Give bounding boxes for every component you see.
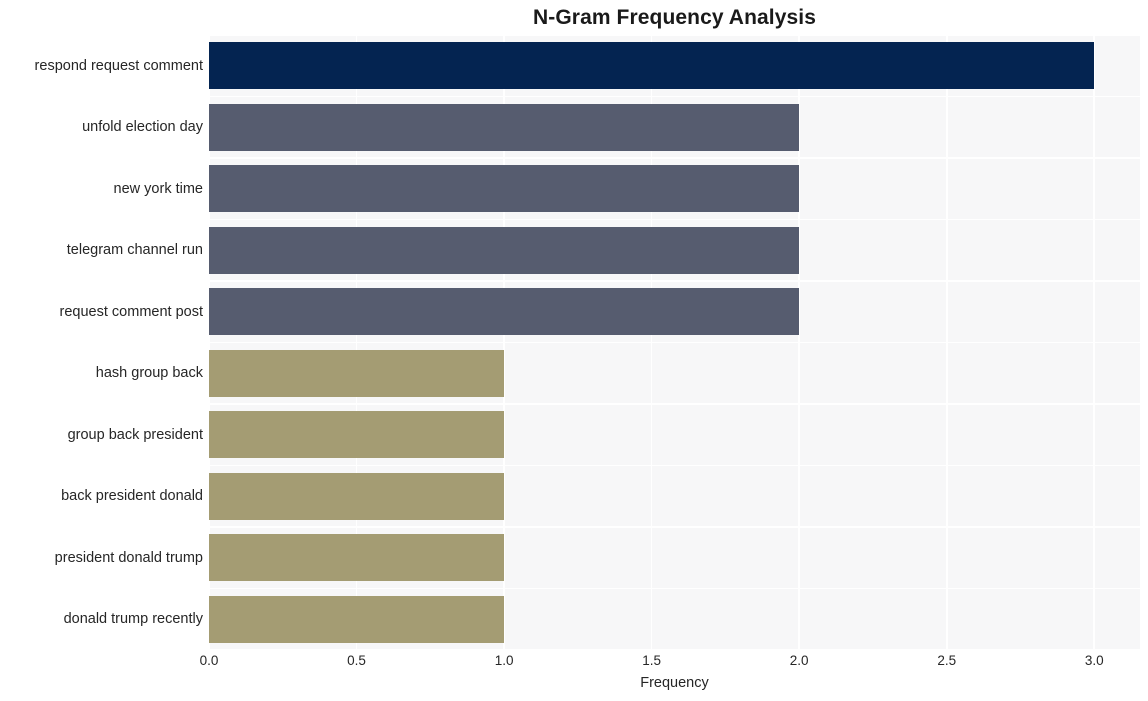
chart-figure: N-Gram Frequency Analysis respond reques… bbox=[0, 0, 1148, 701]
bar[interactable] bbox=[209, 42, 1095, 90]
y-tick-label: unfold election day bbox=[82, 119, 203, 136]
bar[interactable] bbox=[209, 411, 505, 459]
gridline-y-7 bbox=[209, 464, 1140, 467]
bar[interactable] bbox=[209, 288, 800, 336]
gridline-y-0 bbox=[209, 35, 1140, 36]
y-tick-label: back president donald bbox=[61, 488, 203, 505]
bar[interactable] bbox=[209, 534, 505, 582]
bar[interactable] bbox=[209, 595, 505, 643]
y-tick-label: telegram channel run bbox=[66, 242, 203, 259]
bar[interactable] bbox=[209, 226, 800, 274]
gridline-y-8 bbox=[209, 526, 1140, 528]
gridline-y-3 bbox=[209, 218, 1140, 221]
x-tick-label: 0.0 bbox=[199, 653, 219, 668]
bar[interactable] bbox=[209, 349, 505, 397]
x-tick-label: 2.5 bbox=[937, 653, 957, 668]
y-tick-label: group back president bbox=[67, 426, 203, 443]
plot-area bbox=[209, 35, 1140, 650]
y-tick-label: new york time bbox=[113, 180, 203, 197]
bar[interactable] bbox=[209, 165, 800, 213]
gridline-y-1 bbox=[209, 95, 1140, 98]
y-tick-label: donald trump recently bbox=[63, 611, 203, 628]
x-tick-label: 2.0 bbox=[789, 653, 809, 668]
gridline-y-9 bbox=[209, 587, 1140, 590]
gridline-y-4 bbox=[209, 280, 1140, 282]
chart-title: N-Gram Frequency Analysis bbox=[533, 6, 816, 29]
y-tick-label: president donald trump bbox=[54, 549, 203, 566]
y-tick-label: request comment post bbox=[59, 303, 203, 320]
bar[interactable] bbox=[209, 472, 505, 520]
y-tick-label: respond request comment bbox=[34, 57, 203, 74]
x-tick-label: 1.5 bbox=[642, 653, 662, 668]
gridline-y-10 bbox=[209, 649, 1140, 650]
x-axis-title: Frequency bbox=[640, 675, 709, 691]
bar[interactable] bbox=[209, 103, 800, 151]
x-tick-label: 0.5 bbox=[347, 653, 366, 668]
gridline-y-5 bbox=[209, 341, 1140, 344]
x-tick-label: 3.0 bbox=[1084, 653, 1104, 668]
y-tick-label: hash group back bbox=[95, 365, 203, 382]
gridline-y-6 bbox=[209, 403, 1140, 405]
gridline-y-2 bbox=[209, 157, 1140, 159]
x-tick-label: 1.0 bbox=[494, 653, 514, 668]
